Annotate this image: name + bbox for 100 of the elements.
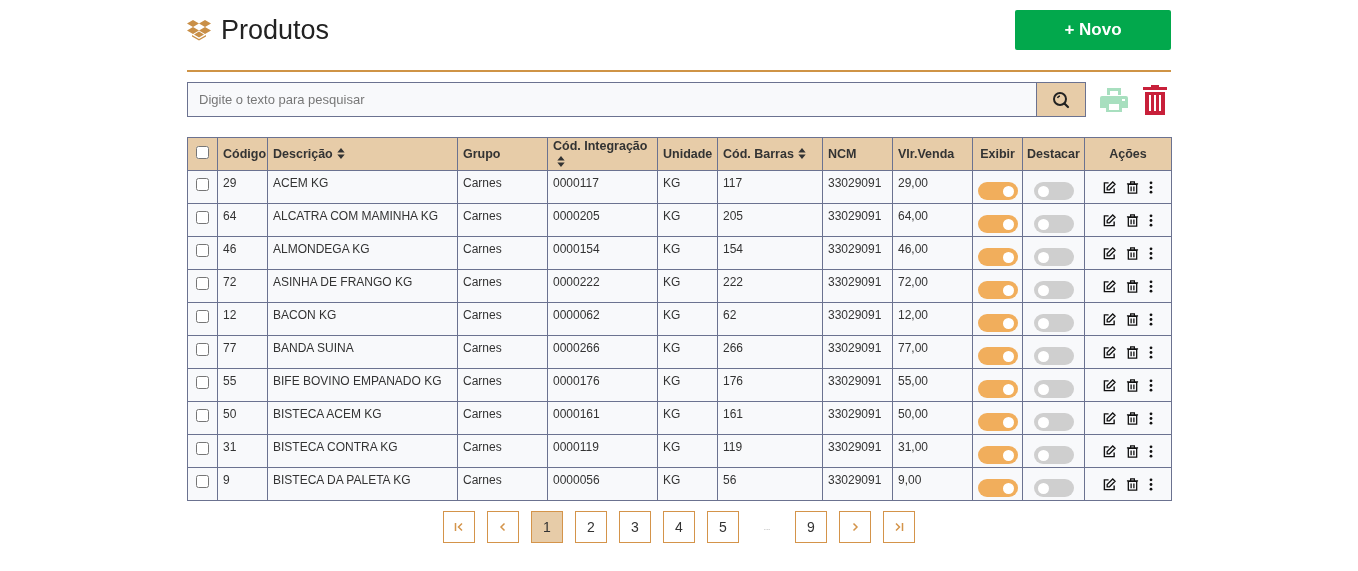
- edit-icon[interactable]: [1103, 213, 1116, 227]
- more-icon[interactable]: [1149, 345, 1153, 359]
- toggle-switch[interactable]: [977, 380, 1018, 398]
- previous-page-button[interactable]: [487, 511, 519, 543]
- edit-icon[interactable]: [1103, 246, 1116, 260]
- column-header[interactable]: NCM: [822, 137, 893, 171]
- delete-icon[interactable]: [1126, 246, 1139, 260]
- table-cell: 0000117: [553, 176, 599, 190]
- toggle-switch[interactable]: [1033, 380, 1074, 398]
- delete-icon[interactable]: [1126, 279, 1139, 293]
- toggle-switch[interactable]: [1033, 215, 1074, 233]
- row-checkbox[interactable]: [196, 277, 209, 290]
- toggle-switch[interactable]: [1033, 413, 1074, 431]
- more-icon[interactable]: [1149, 378, 1153, 392]
- page-button[interactable]: 1: [531, 511, 563, 543]
- sort-icon[interactable]: [557, 156, 565, 167]
- sort-icon[interactable]: [336, 148, 345, 159]
- table-cell: 176: [723, 374, 744, 388]
- toggle-switch[interactable]: [1033, 182, 1074, 200]
- toggle-switch[interactable]: [977, 215, 1018, 233]
- more-icon[interactable]: [1149, 312, 1153, 326]
- delete-icon[interactable]: [1126, 378, 1139, 392]
- table-cell: BISTECA CONTRA KG: [273, 440, 398, 454]
- first-page-button[interactable]: [443, 511, 475, 543]
- row-checkbox[interactable]: [196, 211, 209, 224]
- edit-icon[interactable]: [1103, 279, 1116, 293]
- delete-icon[interactable]: [1126, 345, 1139, 359]
- column-header[interactable]: Destacar: [1022, 137, 1085, 171]
- row-checkbox[interactable]: [196, 376, 209, 389]
- row-checkbox[interactable]: [196, 343, 209, 356]
- more-icon[interactable]: [1149, 444, 1153, 458]
- edit-icon[interactable]: [1103, 345, 1116, 359]
- toggle-switch[interactable]: [1033, 248, 1074, 266]
- toggle-switch[interactable]: [1033, 446, 1074, 464]
- toggle-switch[interactable]: [977, 479, 1018, 497]
- delete-icon[interactable]: [1126, 213, 1139, 227]
- delete-icon[interactable]: [1126, 180, 1139, 194]
- table-cell: ALCATRA COM MAMINHA KG: [273, 209, 439, 223]
- delete-icon[interactable]: [1126, 312, 1139, 326]
- edit-icon[interactable]: [1103, 411, 1116, 425]
- row-checkbox[interactable]: [196, 409, 209, 422]
- edit-icon[interactable]: [1103, 444, 1116, 458]
- table-cell: BACON KG: [273, 308, 337, 322]
- more-icon[interactable]: [1149, 213, 1153, 227]
- delete-icon[interactable]: [1126, 411, 1139, 425]
- row-checkbox[interactable]: [196, 244, 209, 257]
- column-header[interactable]: Ações: [1084, 137, 1172, 171]
- column-header[interactable]: Vlr.Venda: [892, 137, 973, 171]
- edit-icon[interactable]: [1103, 477, 1116, 491]
- row-checkbox[interactable]: [196, 442, 209, 455]
- page-button[interactable]: 9: [795, 511, 827, 543]
- more-icon[interactable]: [1149, 477, 1153, 491]
- sort-icon[interactable]: [797, 148, 806, 159]
- toggle-switch[interactable]: [977, 347, 1018, 365]
- more-icon[interactable]: [1149, 246, 1153, 260]
- more-icon[interactable]: [1149, 411, 1153, 425]
- column-header[interactable]: Cód. Integração: [547, 137, 658, 171]
- row-checkbox[interactable]: [196, 475, 209, 488]
- edit-icon[interactable]: [1103, 180, 1116, 194]
- toggle-switch[interactable]: [1033, 347, 1074, 365]
- select-all-checkbox[interactable]: [196, 145, 209, 159]
- column-header[interactable]: Descrição: [267, 137, 458, 171]
- column-header[interactable]: Cód. Barras: [717, 137, 823, 171]
- table-cell: 154: [723, 242, 744, 256]
- page-button[interactable]: 5: [707, 511, 739, 543]
- toggle-switch[interactable]: [977, 248, 1018, 266]
- toggle-switch[interactable]: [1033, 314, 1074, 332]
- more-icon[interactable]: [1149, 180, 1153, 194]
- toggle-switch[interactable]: [977, 413, 1018, 431]
- column-header[interactable]: Exibir: [972, 137, 1023, 171]
- toggle-switch[interactable]: [977, 281, 1018, 299]
- table-cell: Carnes: [463, 473, 502, 487]
- delete-icon[interactable]: [1126, 477, 1139, 491]
- toggle-switch[interactable]: [977, 314, 1018, 332]
- toggle-switch[interactable]: [1033, 281, 1074, 299]
- row-checkbox[interactable]: [196, 178, 209, 191]
- row-checkbox[interactable]: [196, 310, 209, 323]
- trash-icon[interactable]: [1142, 84, 1168, 115]
- toggle-switch[interactable]: [977, 446, 1018, 464]
- column-header[interactable]: Grupo: [457, 137, 548, 171]
- edit-icon[interactable]: [1103, 378, 1116, 392]
- toggle-switch[interactable]: [1033, 479, 1074, 497]
- last-page-button[interactable]: [883, 511, 915, 543]
- table-cell: 9: [223, 473, 230, 487]
- edit-icon[interactable]: [1103, 312, 1116, 326]
- toggle-switch[interactable]: [977, 182, 1018, 200]
- column-header[interactable]: Código: [217, 137, 268, 171]
- table-cell: BISTECA DA PALETA KG: [273, 473, 411, 487]
- table-cell: Carnes: [463, 440, 502, 454]
- delete-icon[interactable]: [1126, 444, 1139, 458]
- search-button[interactable]: [1036, 82, 1086, 117]
- page-button[interactable]: 2: [575, 511, 607, 543]
- more-icon[interactable]: [1149, 279, 1153, 293]
- column-header[interactable]: Unidade: [657, 137, 718, 171]
- table-cell: 0000266: [553, 341, 600, 355]
- page-button[interactable]: 4: [663, 511, 695, 543]
- table-cell: Carnes: [463, 374, 502, 388]
- page-button[interactable]: 3: [619, 511, 651, 543]
- search-field[interactable]: Digite o texto para pesquisar: [187, 82, 1036, 117]
- next-page-button[interactable]: [839, 511, 871, 543]
